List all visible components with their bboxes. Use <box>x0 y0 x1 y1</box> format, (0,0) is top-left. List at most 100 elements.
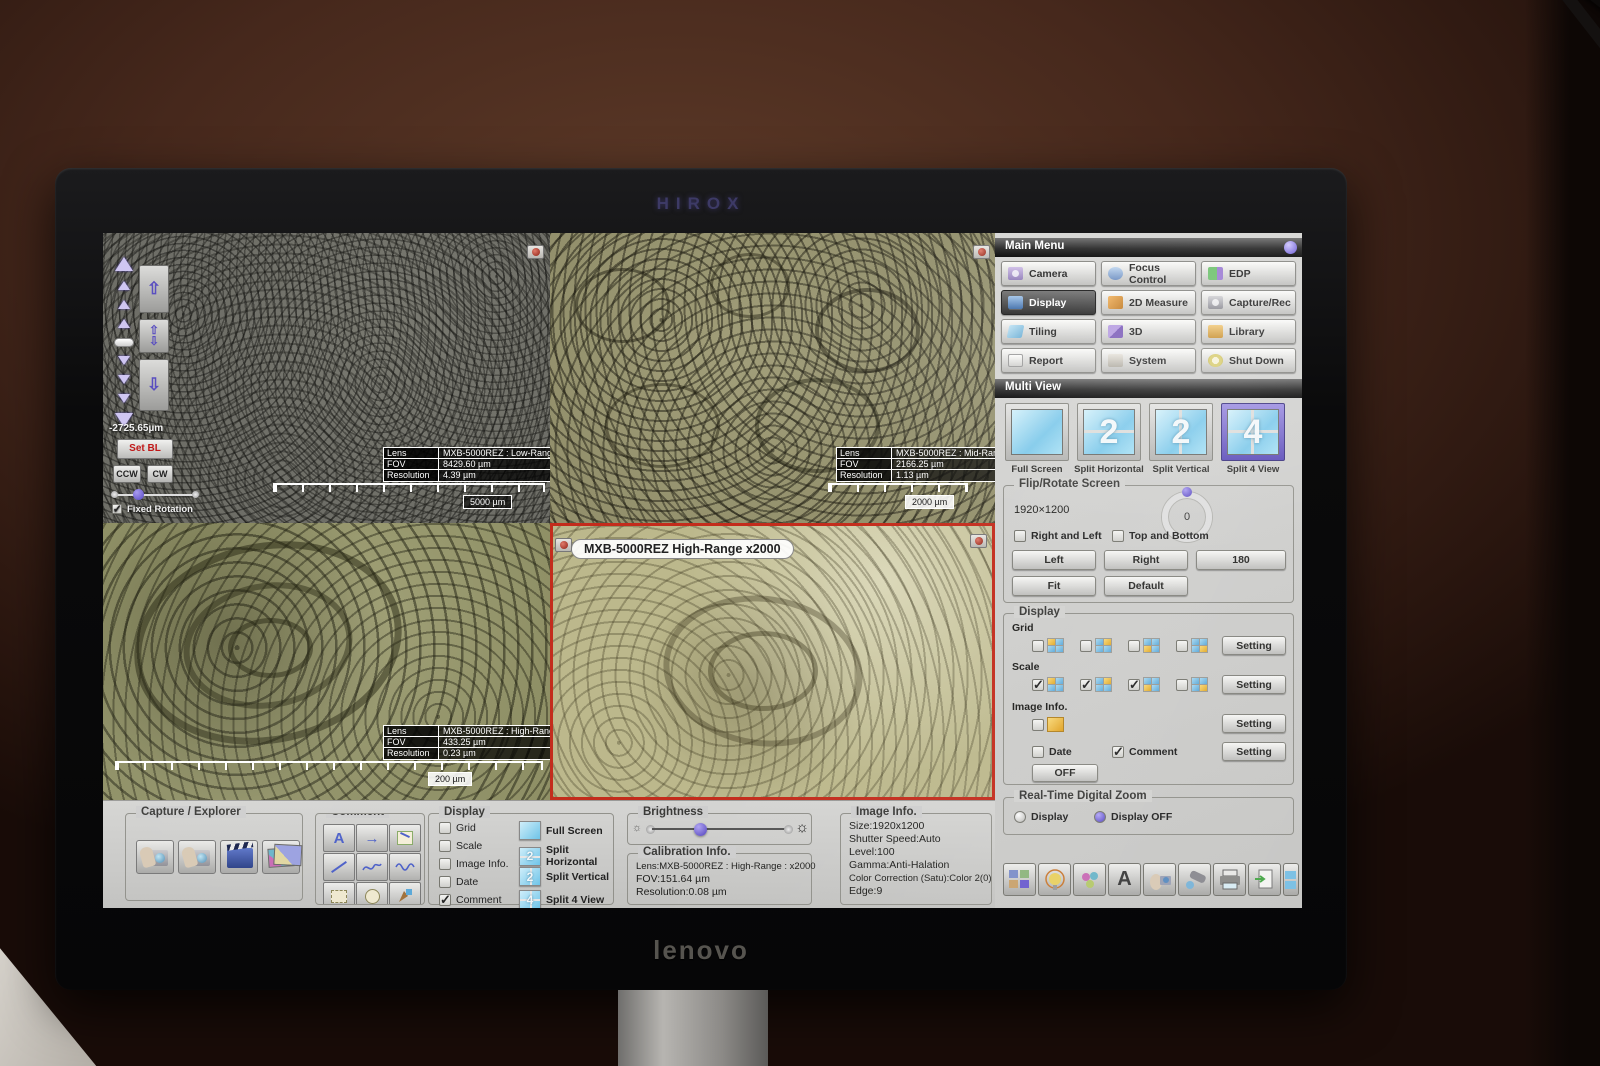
capture-camera-icon[interactable] <box>555 538 572 552</box>
menu-display[interactable]: Display <box>1001 290 1096 315</box>
cw-button[interactable]: CW <box>147 465 173 483</box>
zoom-display-option[interactable]: Display <box>1014 811 1068 823</box>
split-horizontal-icon[interactable]: 2 <box>519 847 541 866</box>
comment-arrow-button[interactable]: → <box>356 824 388 852</box>
scale-setting-button[interactable]: Setting <box>1222 675 1286 694</box>
menu-3d[interactable]: 3D <box>1101 319 1196 344</box>
capture-camera-icon[interactable] <box>970 534 987 548</box>
z-up-icon[interactable] <box>118 300 130 309</box>
set-bl-button[interactable]: Set BL <box>117 439 173 459</box>
flashlight-tool-button[interactable] <box>1178 863 1211 896</box>
print-tool-button[interactable] <box>1213 863 1246 896</box>
date-option[interactable]: Date <box>439 876 478 888</box>
multi-view-full-screen[interactable] <box>1005 403 1069 461</box>
menu-focus-control[interactable]: Focus Control <box>1101 261 1196 286</box>
z-down-icon[interactable] <box>118 356 130 365</box>
menu-system[interactable]: System <box>1101 348 1196 373</box>
z-up-icon[interactable] <box>118 319 130 328</box>
ccw-button[interactable]: CCW <box>113 465 141 483</box>
fixed-rotation-checkbox[interactable] <box>112 504 122 514</box>
default-button[interactable]: Default <box>1104 576 1188 596</box>
viewport-high-range-700[interactable]: LensMXB-5000REZ : High-Range : x700 FOV4… <box>103 523 550 800</box>
scale-checkbox[interactable] <box>439 840 451 852</box>
datetime-setting-button[interactable]: Setting <box>1222 742 1286 761</box>
flip-top-bottom-option[interactable]: Top and Bottom <box>1112 530 1209 542</box>
viewport-high-range-2000-selected[interactable]: MXB-5000REZ High-Range x2000 <box>550 523 995 800</box>
scale-q4-checkbox[interactable] <box>1176 679 1188 691</box>
flip-right-left-option[interactable]: Right and Left <box>1014 530 1102 542</box>
comment-note-button[interactable] <box>389 824 421 852</box>
scale-option[interactable]: Scale <box>439 840 482 852</box>
multi-view-split-vertical[interactable]: 2 <box>1149 403 1213 461</box>
capture-image-button[interactable] <box>136 840 174 874</box>
z-down-icon[interactable] <box>118 394 130 403</box>
right-left-checkbox[interactable] <box>1014 530 1026 542</box>
image-info-option[interactable]: Image Info. <box>439 858 509 870</box>
comment-checkbox[interactable] <box>1112 746 1124 758</box>
capture-save-button[interactable] <box>178 840 216 874</box>
capture-camera-icon[interactable] <box>973 245 990 259</box>
grid-q2-checkbox[interactable] <box>1080 640 1092 652</box>
scale-q2-checkbox[interactable] <box>1080 679 1092 691</box>
full-screen-icon[interactable] <box>519 821 541 840</box>
grid-checkbox[interactable] <box>439 822 451 834</box>
comment-stamp-button[interactable] <box>389 882 421 905</box>
brightness-thumb[interactable] <box>694 823 707 836</box>
image-info-checkbox[interactable] <box>439 858 451 870</box>
brightness-track[interactable] <box>652 828 787 830</box>
menu-capture-rec[interactable]: Capture/Rec <box>1201 290 1296 315</box>
comment-wave-button[interactable] <box>389 853 421 881</box>
palette-tool-button[interactable] <box>1073 863 1106 896</box>
view-split-vertical[interactable]: 2Split Vertical <box>519 867 609 886</box>
date-checkbox[interactable] <box>1032 746 1044 758</box>
menu-edp[interactable]: EDP <box>1201 261 1296 286</box>
lamp-tool-button[interactable] <box>1038 863 1071 896</box>
menu-report[interactable]: Report <box>1001 348 1096 373</box>
record-video-button[interactable] <box>220 840 258 874</box>
z-slider-knob[interactable] <box>114 338 134 347</box>
off-button[interactable]: OFF <box>1032 764 1098 782</box>
z-down-icon[interactable] <box>118 375 130 384</box>
grid-option[interactable]: Grid <box>439 822 476 834</box>
grid-q4-checkbox[interactable] <box>1176 640 1188 652</box>
z-up-icon[interactable] <box>118 281 130 290</box>
export-tool-button[interactable] <box>1248 863 1281 896</box>
multi-view-split-4[interactable]: 4 <box>1221 403 1285 461</box>
rotate-left-button[interactable]: Left <box>1012 550 1096 570</box>
rotate-right-button[interactable]: Right <box>1104 550 1188 570</box>
comment-option[interactable]: Comment <box>439 894 502 906</box>
capture-camera-icon[interactable] <box>527 245 544 259</box>
text-tool-button[interactable]: A <box>1108 863 1141 896</box>
z-up-fast-icon[interactable] <box>115 257 133 271</box>
comment-text-button[interactable]: A <box>323 824 355 852</box>
comment-option[interactable]: Comment <box>1112 746 1177 758</box>
date-option[interactable]: Date <box>1032 746 1072 758</box>
image-info-setting-button[interactable]: Setting <box>1222 714 1286 733</box>
explorer-gallery-button[interactable] <box>262 840 300 874</box>
rotate-180-button[interactable]: 180 <box>1196 550 1286 570</box>
help-orb-icon[interactable] <box>1284 241 1297 254</box>
grid-setting-button[interactable]: Setting <box>1222 636 1286 655</box>
menu-camera[interactable]: Camera <box>1001 261 1096 286</box>
menu-tiling[interactable]: Tiling <box>1001 319 1096 344</box>
grid-q1-checkbox[interactable] <box>1032 640 1044 652</box>
display-off-radio[interactable] <box>1094 811 1106 823</box>
thumbnails-tool-button[interactable] <box>1003 863 1036 896</box>
comment-freehand-button[interactable] <box>356 853 388 881</box>
image-info-checkbox[interactable] <box>1032 719 1044 731</box>
menu-shut-down[interactable]: Shut Down <box>1201 348 1296 373</box>
viewport-mid-range[interactable]: LensMXB-5000REZ : Mid-Range : x140 FOV21… <box>550 233 995 523</box>
split-4-view-icon[interactable]: 4 <box>519 890 541 908</box>
capture-tool-button[interactable] <box>1143 863 1176 896</box>
comment-line-button[interactable] <box>323 853 355 881</box>
view-full-screen[interactable]: Full Screen <box>519 821 603 840</box>
comment-circle-button[interactable] <box>356 882 388 905</box>
dial-thumb[interactable] <box>1182 487 1192 497</box>
comment-region-button[interactable] <box>323 882 355 905</box>
date-checkbox[interactable] <box>439 876 451 888</box>
grid-q3-checkbox[interactable] <box>1128 640 1140 652</box>
display-radio[interactable] <box>1014 811 1026 823</box>
view-split-4[interactable]: 4Split 4 View <box>519 890 604 908</box>
multi-view-split-horizontal[interactable]: 2 <box>1077 403 1141 461</box>
split-vertical-icon[interactable]: 2 <box>519 867 541 886</box>
